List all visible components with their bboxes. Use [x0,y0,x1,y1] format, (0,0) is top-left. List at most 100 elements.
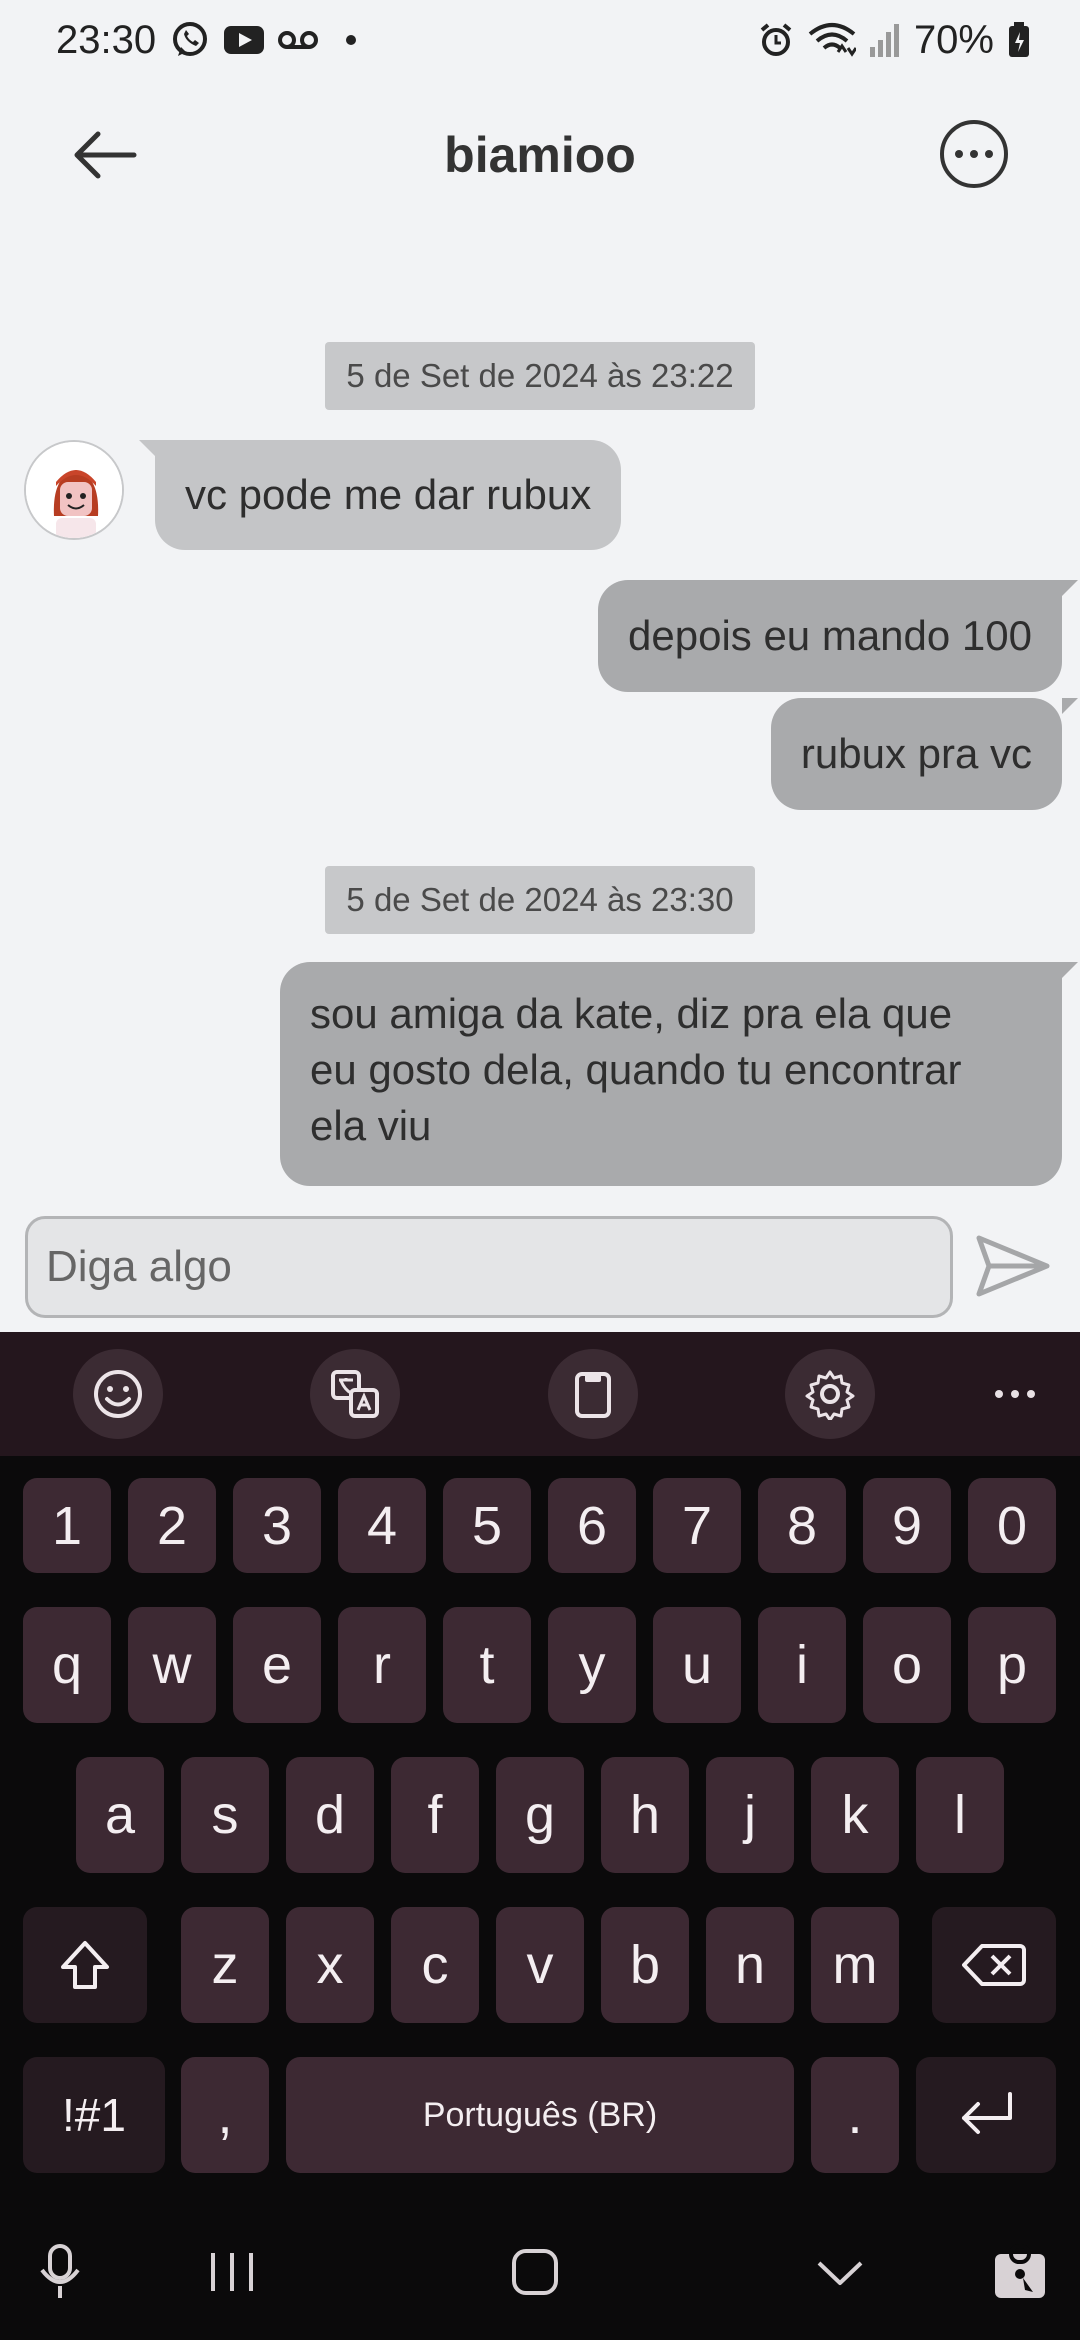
message-text-line: eu gosto dela, quando tu encontrar [310,1046,962,1093]
gear-icon [805,1370,855,1420]
chat-header: biamioo [0,100,1080,210]
shift-icon [61,1941,109,1989]
more-dot-icon [1027,1390,1035,1398]
key-3[interactable]: 3 [233,1478,321,1573]
message-text-line: sou amiga da kate, diz pra ela que [310,990,953,1037]
key-6[interactable]: 6 [548,1478,636,1573]
key-o[interactable]: o [863,1607,951,1723]
key-p[interactable]: p [968,1607,1056,1723]
key-y[interactable]: y [548,1607,636,1723]
keyboard-toolbar [0,1332,1080,1456]
key-h[interactable]: h [601,1757,689,1873]
backspace-key[interactable] [932,1907,1056,2023]
comma-key[interactable]: , [181,2057,269,2173]
key-s[interactable]: s [181,1757,269,1873]
chevron-down-icon [817,2261,863,2285]
signal-icon [869,23,900,57]
keyboard-lock-button[interactable] [985,2232,1055,2312]
keyboard: 1 2 3 4 5 6 7 8 9 0 q w e r t y u i o p … [0,1332,1080,2340]
more-tools-button[interactable] [970,1349,1060,1439]
key-q[interactable]: q [23,1607,111,1723]
home-icon [512,2249,558,2295]
key-l[interactable]: l [916,1757,1004,1873]
period-key[interactable]: . [811,2057,899,2173]
more-dot-icon [955,150,963,158]
status-right: 70% [758,18,1030,63]
notification-dot-icon [346,35,357,45]
key-e[interactable]: e [233,1607,321,1723]
key-k[interactable]: k [811,1757,899,1873]
key-b[interactable]: b [601,1907,689,2023]
message-timestamp: 5 de Set de 2024 às 23:22 [325,342,755,410]
clipboard-icon [575,1372,611,1418]
emoji-button[interactable] [73,1349,163,1439]
key-1[interactable]: 1 [23,1478,111,1573]
key-w[interactable]: w [128,1607,216,1723]
status-time: 23:30 [56,17,157,62]
message-text: rubux pra vc [800,730,1032,777]
more-dot-icon [1011,1390,1019,1398]
microphone-icon [40,2244,80,2298]
message-timestamp: 5 de Set de 2024 às 23:30 [325,866,755,934]
alarm-icon [758,22,794,58]
key-v[interactable]: v [496,1907,584,2023]
key-c[interactable]: c [391,1907,479,2023]
microphone-button[interactable] [30,2232,90,2312]
message-input-placeholder: Diga algo [46,1242,232,1291]
message-input[interactable]: Diga algo [25,1216,953,1318]
key-7[interactable]: 7 [653,1478,741,1573]
battery-percent: 70% [913,17,994,62]
more-dot-icon [995,1390,1003,1398]
keyboard-lock-icon [995,2244,1045,2298]
more-dot-icon [985,150,993,158]
clipboard-button[interactable] [548,1349,638,1439]
recent-apps-icon [211,2253,253,2291]
key-g[interactable]: g [496,1757,584,1873]
key-x[interactable]: x [286,1907,374,2023]
translate-icon [331,1370,379,1418]
hide-keyboard-button[interactable] [805,2232,875,2312]
message-text-line: ela viu [310,1102,432,1149]
voicemail-icon [278,28,319,52]
key-j[interactable]: j [706,1757,794,1873]
key-t[interactable]: t [443,1607,531,1723]
key-m[interactable]: m [811,1907,899,2023]
key-i[interactable]: i [758,1607,846,1723]
emoji-icon [94,1370,142,1418]
key-4[interactable]: 4 [338,1478,426,1573]
symbols-key[interactable]: !#1 [23,2057,165,2173]
key-r[interactable]: r [338,1607,426,1723]
key-a[interactable]: a [76,1757,164,1873]
enter-key[interactable] [916,2057,1056,2173]
key-0[interactable]: 0 [968,1478,1056,1573]
outgoing-message-bubble[interactable]: sou amiga da kate, diz pra ela que eu go… [280,962,1078,1186]
space-key[interactable]: Português (BR) [286,2057,794,2173]
key-5[interactable]: 5 [443,1478,531,1573]
key-d[interactable]: d [286,1757,374,1873]
key-8[interactable]: 8 [758,1478,846,1573]
key-n[interactable]: n [706,1907,794,2023]
key-9[interactable]: 9 [863,1478,951,1573]
wifi-icon [808,22,856,58]
recent-apps-button[interactable] [200,2232,264,2312]
status-bar: 23:30 70% [0,0,1080,80]
avatar[interactable] [24,440,124,540]
page-title: biamioo [444,127,636,183]
translate-button[interactable] [310,1349,400,1439]
key-u[interactable]: u [653,1607,741,1723]
key-z[interactable]: z [181,1907,269,2023]
battery-icon [1008,22,1030,58]
enter-icon [962,2092,1012,2134]
settings-button[interactable] [785,1349,875,1439]
shift-key[interactable] [23,1907,147,2023]
key-f[interactable]: f [391,1757,479,1873]
send-button[interactable] [975,1232,1051,1300]
outgoing-message-bubble[interactable]: depois eu mando 100 [598,580,1078,692]
home-button[interactable] [500,2232,570,2312]
incoming-message-bubble[interactable]: vc pode me dar rubux [138,440,622,550]
more-options-button[interactable] [940,120,1008,188]
outgoing-message-bubble[interactable]: rubux pra vc [770,698,1079,810]
send-icon [976,1235,1050,1297]
key-2[interactable]: 2 [128,1478,216,1573]
more-dot-icon [970,150,978,158]
